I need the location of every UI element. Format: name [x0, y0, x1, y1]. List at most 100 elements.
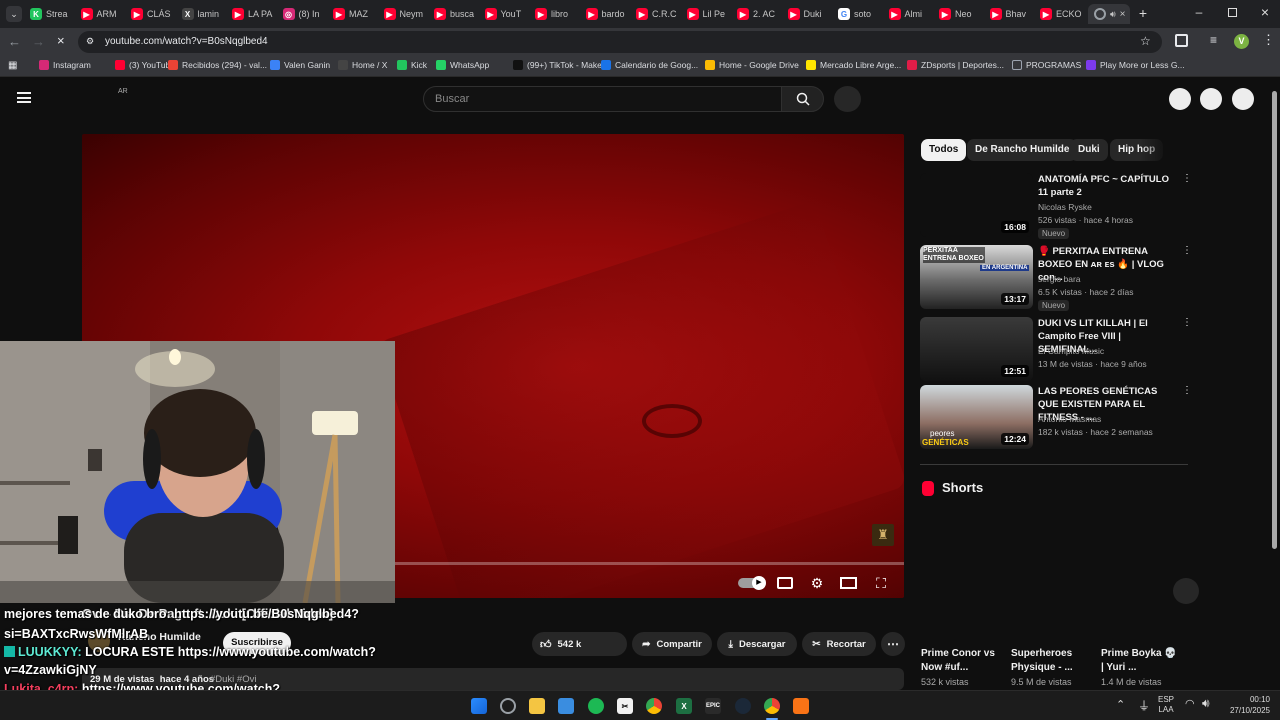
video-thumbnail[interactable]: peores GENÉTICAS 12:24	[920, 385, 1033, 449]
back-icon[interactable]: ←	[8, 34, 21, 49]
create-icon[interactable]	[1169, 88, 1191, 110]
browser-tab[interactable]: ▶ MAZ	[333, 4, 378, 24]
theater-mode-icon[interactable]	[840, 576, 858, 590]
app-orange-icon[interactable]	[793, 698, 809, 714]
tray-usb-icon[interactable]: ⏚	[1138, 697, 1150, 714]
site-info-icon[interactable]: ⚙	[86, 36, 98, 48]
bookmark-item[interactable]: Home / X	[338, 60, 387, 70]
browser-tab[interactable]: ▶ libro	[535, 4, 580, 24]
excel-icon[interactable]: X	[676, 698, 692, 714]
audio-playing-icon[interactable]: 🔊︎	[1110, 9, 1116, 20]
new-tab-icon[interactable]: +	[1136, 6, 1150, 20]
active-tab[interactable]: 🔊︎ ×	[1088, 4, 1130, 24]
related-video[interactable]: peores GENÉTICAS 12:24 LAS PEORES GENÉTICAS…	[920, 385, 1192, 449]
bookmark-item[interactable]: Recibidos (294) - val...	[168, 60, 267, 70]
address-bar[interactable]: ⚙ youtube.com/watch?v=B0sNqglbed4 ☆	[78, 31, 1162, 53]
bookmark-item[interactable]: Calendario de Goog...	[601, 60, 698, 70]
apps-grid-icon[interactable]: ▦	[8, 60, 17, 71]
browser-tab[interactable]: ▶ Neo	[939, 4, 984, 24]
more-actions-button[interactable]: ⋯	[881, 632, 905, 656]
fullscreen-icon[interactable]: ⛶	[872, 576, 890, 590]
short-item[interactable]: Superheroes Physique - ... 9.5 M de vista…	[1011, 647, 1091, 687]
search-input[interactable]: Buscar	[423, 86, 782, 112]
related-video[interactable]: 12:51 DUKI VS LIT KILLAH | El Campito Fre…	[920, 317, 1192, 381]
scrollbar-thumb[interactable]	[1272, 91, 1277, 549]
bookmark-star-icon[interactable]: ☆	[1140, 34, 1151, 48]
bookmark-item[interactable]: Instagram	[39, 60, 91, 70]
browser-tab[interactable]: ▶ Bhav	[989, 4, 1035, 24]
wifi-icon[interactable]: ◠	[1185, 697, 1195, 710]
shorts-next-button[interactable]	[1173, 578, 1199, 604]
close-window-icon[interactable]: ×	[1258, 5, 1272, 19]
clip-button[interactable]: ✂ Recortar	[802, 632, 876, 656]
related-channel[interactable]: Antonio Masmas	[1038, 414, 1101, 424]
browser-tab[interactable]: K Strea	[30, 4, 75, 24]
subtitles-icon[interactable]	[776, 576, 794, 590]
tab-search-button[interactable]: ⌄	[6, 6, 22, 22]
epic-games-icon[interactable]: EPIC	[705, 698, 721, 714]
bookmark-item[interactable]: (99+) TikTok - Make...	[513, 60, 609, 70]
short-item[interactable]: Prime Conor vs Now #uf... 532 k vistas	[921, 647, 1001, 687]
filter-chip[interactable]: Duki	[1070, 139, 1108, 161]
more-options-icon[interactable]: ⋮	[1182, 245, 1192, 256]
settings-gear-icon[interactable]: ⚙	[808, 576, 826, 590]
bookmark-item[interactable]: Play More or Less G...	[1086, 60, 1185, 70]
download-button[interactable]: ⤓ Descargar	[717, 632, 797, 656]
browser-tab[interactable]: ▶ ARM	[80, 4, 126, 24]
short-item[interactable]: Prime Boyka 💀 | Yuri ... 1.4 M de vistas	[1101, 647, 1181, 687]
capcut-icon[interactable]: ✂	[617, 698, 633, 714]
chrome-active-icon[interactable]	[764, 698, 780, 714]
browser-tab[interactable]: ▶ ECKO	[1040, 4, 1085, 24]
bookmark-item[interactable]: Home - Google Drive	[705, 60, 799, 70]
filter-chip[interactable]: Todos	[921, 139, 967, 161]
page-scrollbar[interactable]	[1270, 77, 1280, 690]
browser-tab[interactable]: Gsoto	[838, 4, 883, 24]
browser-tab[interactable]: ◎ (8) In	[282, 4, 328, 24]
minimize-window-icon[interactable]: –	[1192, 6, 1206, 20]
browser-tab[interactable]: ▶ YouT	[484, 4, 530, 24]
bookmark-item[interactable]: Mercado Libre Arge...	[806, 60, 901, 70]
browser-tab[interactable]: ▶ Almi	[888, 4, 934, 24]
language-indicator[interactable]: ESP LAA	[1158, 695, 1174, 715]
close-tab-icon[interactable]: ×	[1120, 9, 1126, 20]
stop-loading-icon[interactable]: ×	[57, 33, 65, 48]
channel-watermark-icon[interactable]: ♜	[872, 524, 894, 546]
browser-tab[interactable]: ▶ Neym	[383, 4, 429, 24]
browser-tab[interactable]: Xlamin	[181, 4, 227, 24]
bookmark-item[interactable]: PROGRAMAS	[1012, 60, 1081, 70]
video-thumbnail[interactable]: PERXITAA ENTRENA BOXEO EN ARGENTINA 13:17	[920, 245, 1033, 309]
voice-search-button[interactable]	[834, 86, 861, 112]
search-button[interactable]	[781, 86, 824, 112]
chrome-icon[interactable]	[646, 698, 662, 714]
bookmark-item[interactable]: ZDsports | Deportes...	[907, 60, 1004, 70]
related-title[interactable]: ANATOMÍA PFC ~ CAPÍTULO 11 parte 2	[1038, 173, 1178, 199]
notifications-icon[interactable]	[1200, 88, 1222, 110]
account-avatar[interactable]	[1232, 88, 1254, 110]
copilot-icon[interactable]	[500, 698, 516, 714]
forward-icon[interactable]: →	[32, 34, 45, 49]
autoplay-toggle[interactable]: ▶	[738, 576, 766, 590]
related-channel[interactable]: sergio bara	[1038, 274, 1081, 284]
related-video[interactable]: 16:08 ANATOMÍA PFC ~ CAPÍTULO 11 parte 2 N…	[920, 173, 1192, 239]
browser-tab[interactable]: ▶ Lil Pe	[686, 4, 732, 24]
browser-menu-icon[interactable]: ⋮	[1262, 32, 1275, 48]
more-options-icon[interactable]: ⋮	[1182, 385, 1192, 396]
browser-tab[interactable]: ▶ CLÁS	[131, 4, 176, 24]
profile-avatar[interactable]: V	[1234, 34, 1249, 49]
guide-menu-icon[interactable]	[17, 92, 31, 103]
volume-icon[interactable]: 🔊︎	[1202, 696, 1210, 711]
more-options-icon[interactable]: ⋮	[1182, 317, 1192, 328]
clock[interactable]: 00:10 27/10/2025	[1222, 694, 1270, 716]
start-windows-icon[interactable]	[471, 698, 487, 714]
restore-window-icon[interactable]	[1228, 8, 1237, 17]
store-icon[interactable]	[558, 698, 574, 714]
file-explorer-icon[interactable]	[529, 698, 545, 714]
browser-tab[interactable]: ▶ C.R.C	[636, 4, 681, 24]
bookmark-item[interactable]: WhatsApp	[436, 60, 489, 70]
tray-chevron-icon[interactable]: ⌃	[1116, 698, 1125, 711]
reading-list-icon[interactable]: ≡	[1210, 33, 1217, 47]
share-button[interactable]: ➦ Compartir	[632, 632, 712, 656]
extensions-icon[interactable]	[1175, 34, 1188, 47]
bookmark-item[interactable]: Kick	[397, 60, 427, 70]
related-channel[interactable]: Nicolas Ryske	[1038, 202, 1092, 212]
